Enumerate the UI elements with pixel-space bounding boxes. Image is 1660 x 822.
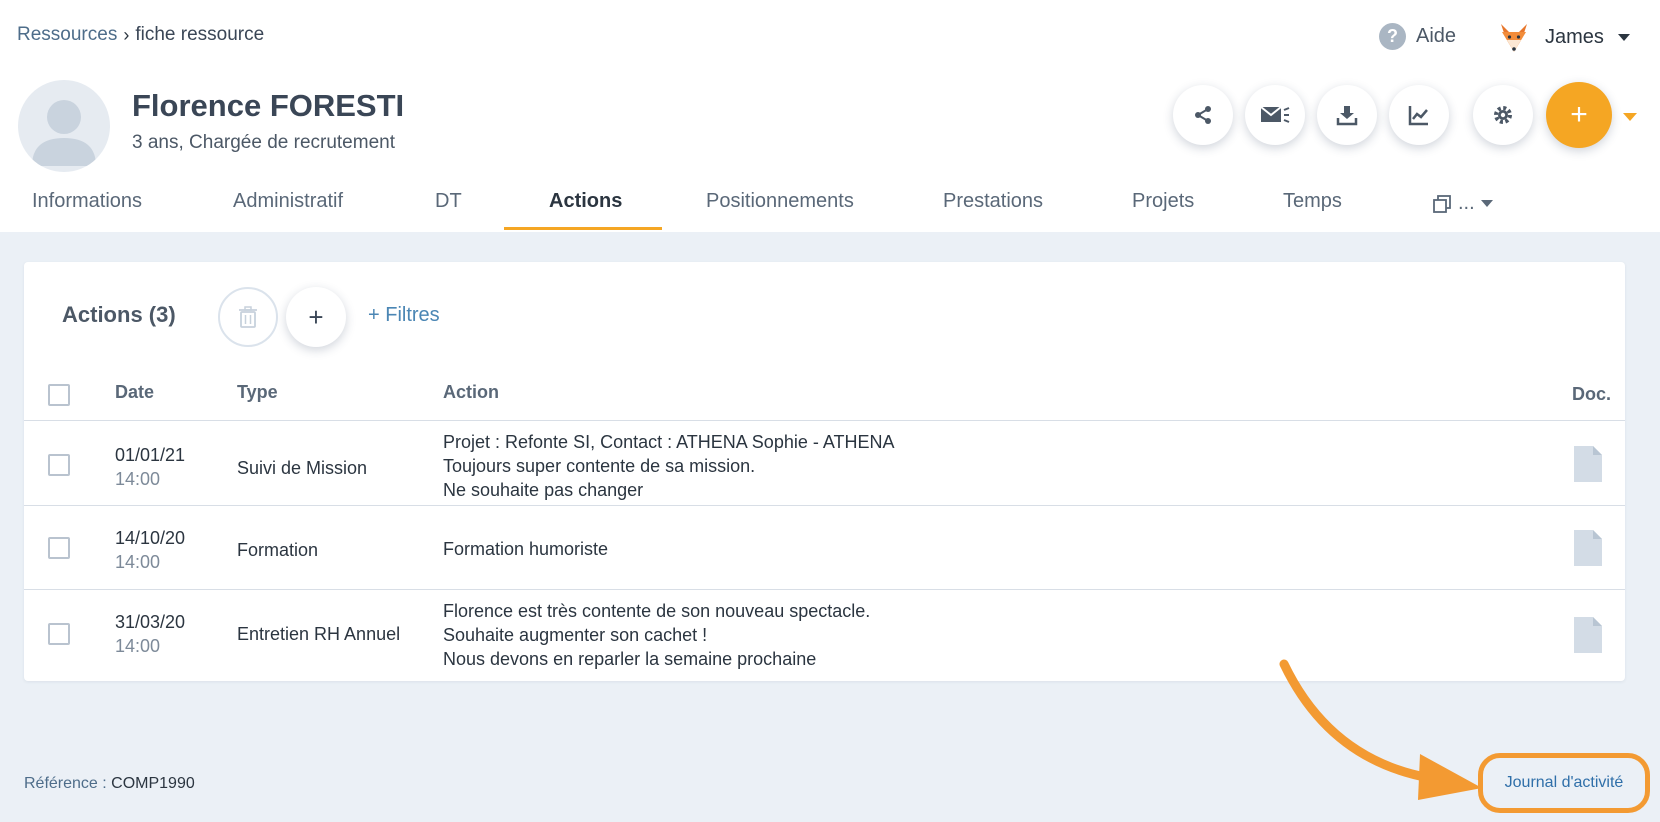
help-icon: ? bbox=[1379, 23, 1406, 50]
select-all-checkbox[interactable] bbox=[48, 384, 70, 406]
fab-chevron-down-icon[interactable] bbox=[1623, 113, 1637, 121]
row-type: Entretien RH Annuel bbox=[237, 624, 401, 644]
breadcrumb: Ressources › fiche ressource bbox=[17, 24, 264, 46]
active-tab-indicator bbox=[504, 227, 662, 230]
column-header-action[interactable]: Action bbox=[443, 382, 499, 403]
row-checkbox[interactable] bbox=[48, 537, 70, 559]
row-action-text: Formation humoriste bbox=[443, 537, 608, 561]
tab-bar: Informations Administratif DT Actions Po… bbox=[0, 180, 1660, 232]
tab-actions[interactable]: Actions bbox=[549, 190, 622, 213]
fox-avatar-icon bbox=[1501, 24, 1527, 52]
add-button[interactable]: + bbox=[286, 287, 346, 347]
row-action-line: Formation humoriste bbox=[443, 539, 609, 559]
breadcrumb-link-ressources[interactable]: Ressources bbox=[17, 24, 117, 46]
table-row[interactable]: 14/10/20 14:00 Formation Formation humor… bbox=[24, 506, 1625, 590]
reference-value: COMP1990 bbox=[111, 775, 195, 792]
profile-name: Florence FORESTI bbox=[132, 88, 405, 123]
tab-prestations[interactable]: Prestations bbox=[943, 190, 1043, 213]
trash-icon bbox=[239, 306, 257, 328]
card-title: Actions (3) bbox=[62, 302, 176, 327]
tab-more-label: ... bbox=[1458, 192, 1475, 214]
page-header: Ressources › fiche ressource ? Aide Jame… bbox=[0, 0, 1660, 232]
document-icon[interactable] bbox=[1574, 446, 1602, 482]
row-action-line: Ne souhaite pas changer bbox=[443, 480, 644, 500]
stats-button[interactable] bbox=[1389, 85, 1449, 145]
add-action-fab[interactable]: + bbox=[1546, 82, 1612, 148]
row-checkbox[interactable] bbox=[48, 623, 70, 645]
row-type: Suivi de Mission bbox=[237, 458, 368, 478]
column-header-type[interactable]: Type bbox=[237, 382, 278, 403]
row-time: 14:00 bbox=[115, 552, 161, 572]
actions-card: Actions (3) + + Filtres Date Type Action… bbox=[24, 262, 1625, 681]
breadcrumb-separator: › bbox=[123, 24, 130, 45]
user-name: James bbox=[1545, 25, 1604, 48]
table-row[interactable]: 01/01/21 14:00 Suivi de Mission Projet :… bbox=[24, 421, 1625, 505]
download-button[interactable] bbox=[1317, 85, 1377, 145]
fab-plus-label: + bbox=[1570, 98, 1588, 131]
help-label: Aide bbox=[1416, 25, 1457, 47]
tab-projets[interactable]: Projets bbox=[1132, 190, 1194, 213]
add-button-label: + bbox=[308, 301, 324, 332]
activity-log-link[interactable]: Journal d'activité bbox=[1478, 753, 1650, 813]
row-action-line: Toujours super contente de sa mission. bbox=[443, 456, 756, 476]
row-time: 14:00 bbox=[115, 469, 161, 489]
mail-icon bbox=[1260, 106, 1290, 123]
row-action-text: Florence est très contente de son nouvea… bbox=[443, 599, 870, 671]
row-type: Formation bbox=[237, 540, 319, 560]
chevron-down-icon bbox=[1480, 200, 1493, 207]
breadcrumb-current: fiche ressource bbox=[135, 24, 265, 45]
profile-subtitle: 3 ans, Chargée de recrutement bbox=[132, 132, 395, 153]
column-header-doc: Doc. bbox=[1572, 384, 1612, 404]
tab-informations[interactable]: Informations bbox=[32, 190, 142, 213]
row-action-line: Projet : Refonte SI, Contact : ATHENA So… bbox=[443, 432, 895, 452]
filters-link[interactable]: + Filtres bbox=[368, 304, 440, 327]
row-checkbox[interactable] bbox=[48, 454, 70, 476]
document-icon[interactable] bbox=[1574, 530, 1602, 566]
tab-administratif[interactable]: Administratif bbox=[233, 190, 343, 213]
settings-button[interactable] bbox=[1473, 85, 1533, 145]
row-action-line: Nous devons en reparler la semaine proch… bbox=[443, 649, 817, 669]
reference: Référence : COMP1990 bbox=[24, 775, 195, 793]
row-date: 14/10/20 bbox=[115, 528, 186, 548]
chart-icon bbox=[1408, 106, 1428, 126]
delete-button[interactable] bbox=[218, 287, 278, 347]
row-date: 01/01/21 bbox=[115, 445, 186, 465]
tab-more[interactable]: ... bbox=[1432, 192, 1493, 215]
help-link[interactable]: ? Aide bbox=[1379, 23, 1456, 50]
avatar bbox=[18, 80, 110, 172]
share-button[interactable] bbox=[1173, 85, 1233, 145]
chevron-down-icon bbox=[1617, 33, 1630, 41]
column-header-date[interactable]: Date bbox=[115, 382, 154, 403]
gear-icon bbox=[1494, 106, 1512, 124]
row-action-line: Florence est très contente de son nouvea… bbox=[443, 601, 871, 621]
share-icon bbox=[1195, 106, 1211, 124]
row-date: 31/03/20 bbox=[115, 612, 186, 632]
tab-dt[interactable]: DT bbox=[435, 190, 462, 213]
document-icon[interactable] bbox=[1574, 617, 1602, 653]
row-action-text: Projet : Refonte SI, Contact : ATHENA So… bbox=[443, 430, 895, 502]
copy-icon bbox=[1433, 194, 1451, 213]
tab-temps[interactable]: Temps bbox=[1283, 190, 1342, 213]
mail-button[interactable] bbox=[1245, 85, 1305, 145]
row-time: 14:00 bbox=[115, 636, 161, 656]
tab-positionnements[interactable]: Positionnements bbox=[706, 190, 854, 213]
download-icon bbox=[1336, 106, 1358, 126]
user-menu[interactable]: James bbox=[1497, 20, 1630, 54]
row-action-line: Souhaite augmenter son cachet ! bbox=[443, 625, 708, 645]
highlight-arrow-icon bbox=[1279, 659, 1482, 800]
reference-label: Référence : bbox=[24, 775, 112, 792]
